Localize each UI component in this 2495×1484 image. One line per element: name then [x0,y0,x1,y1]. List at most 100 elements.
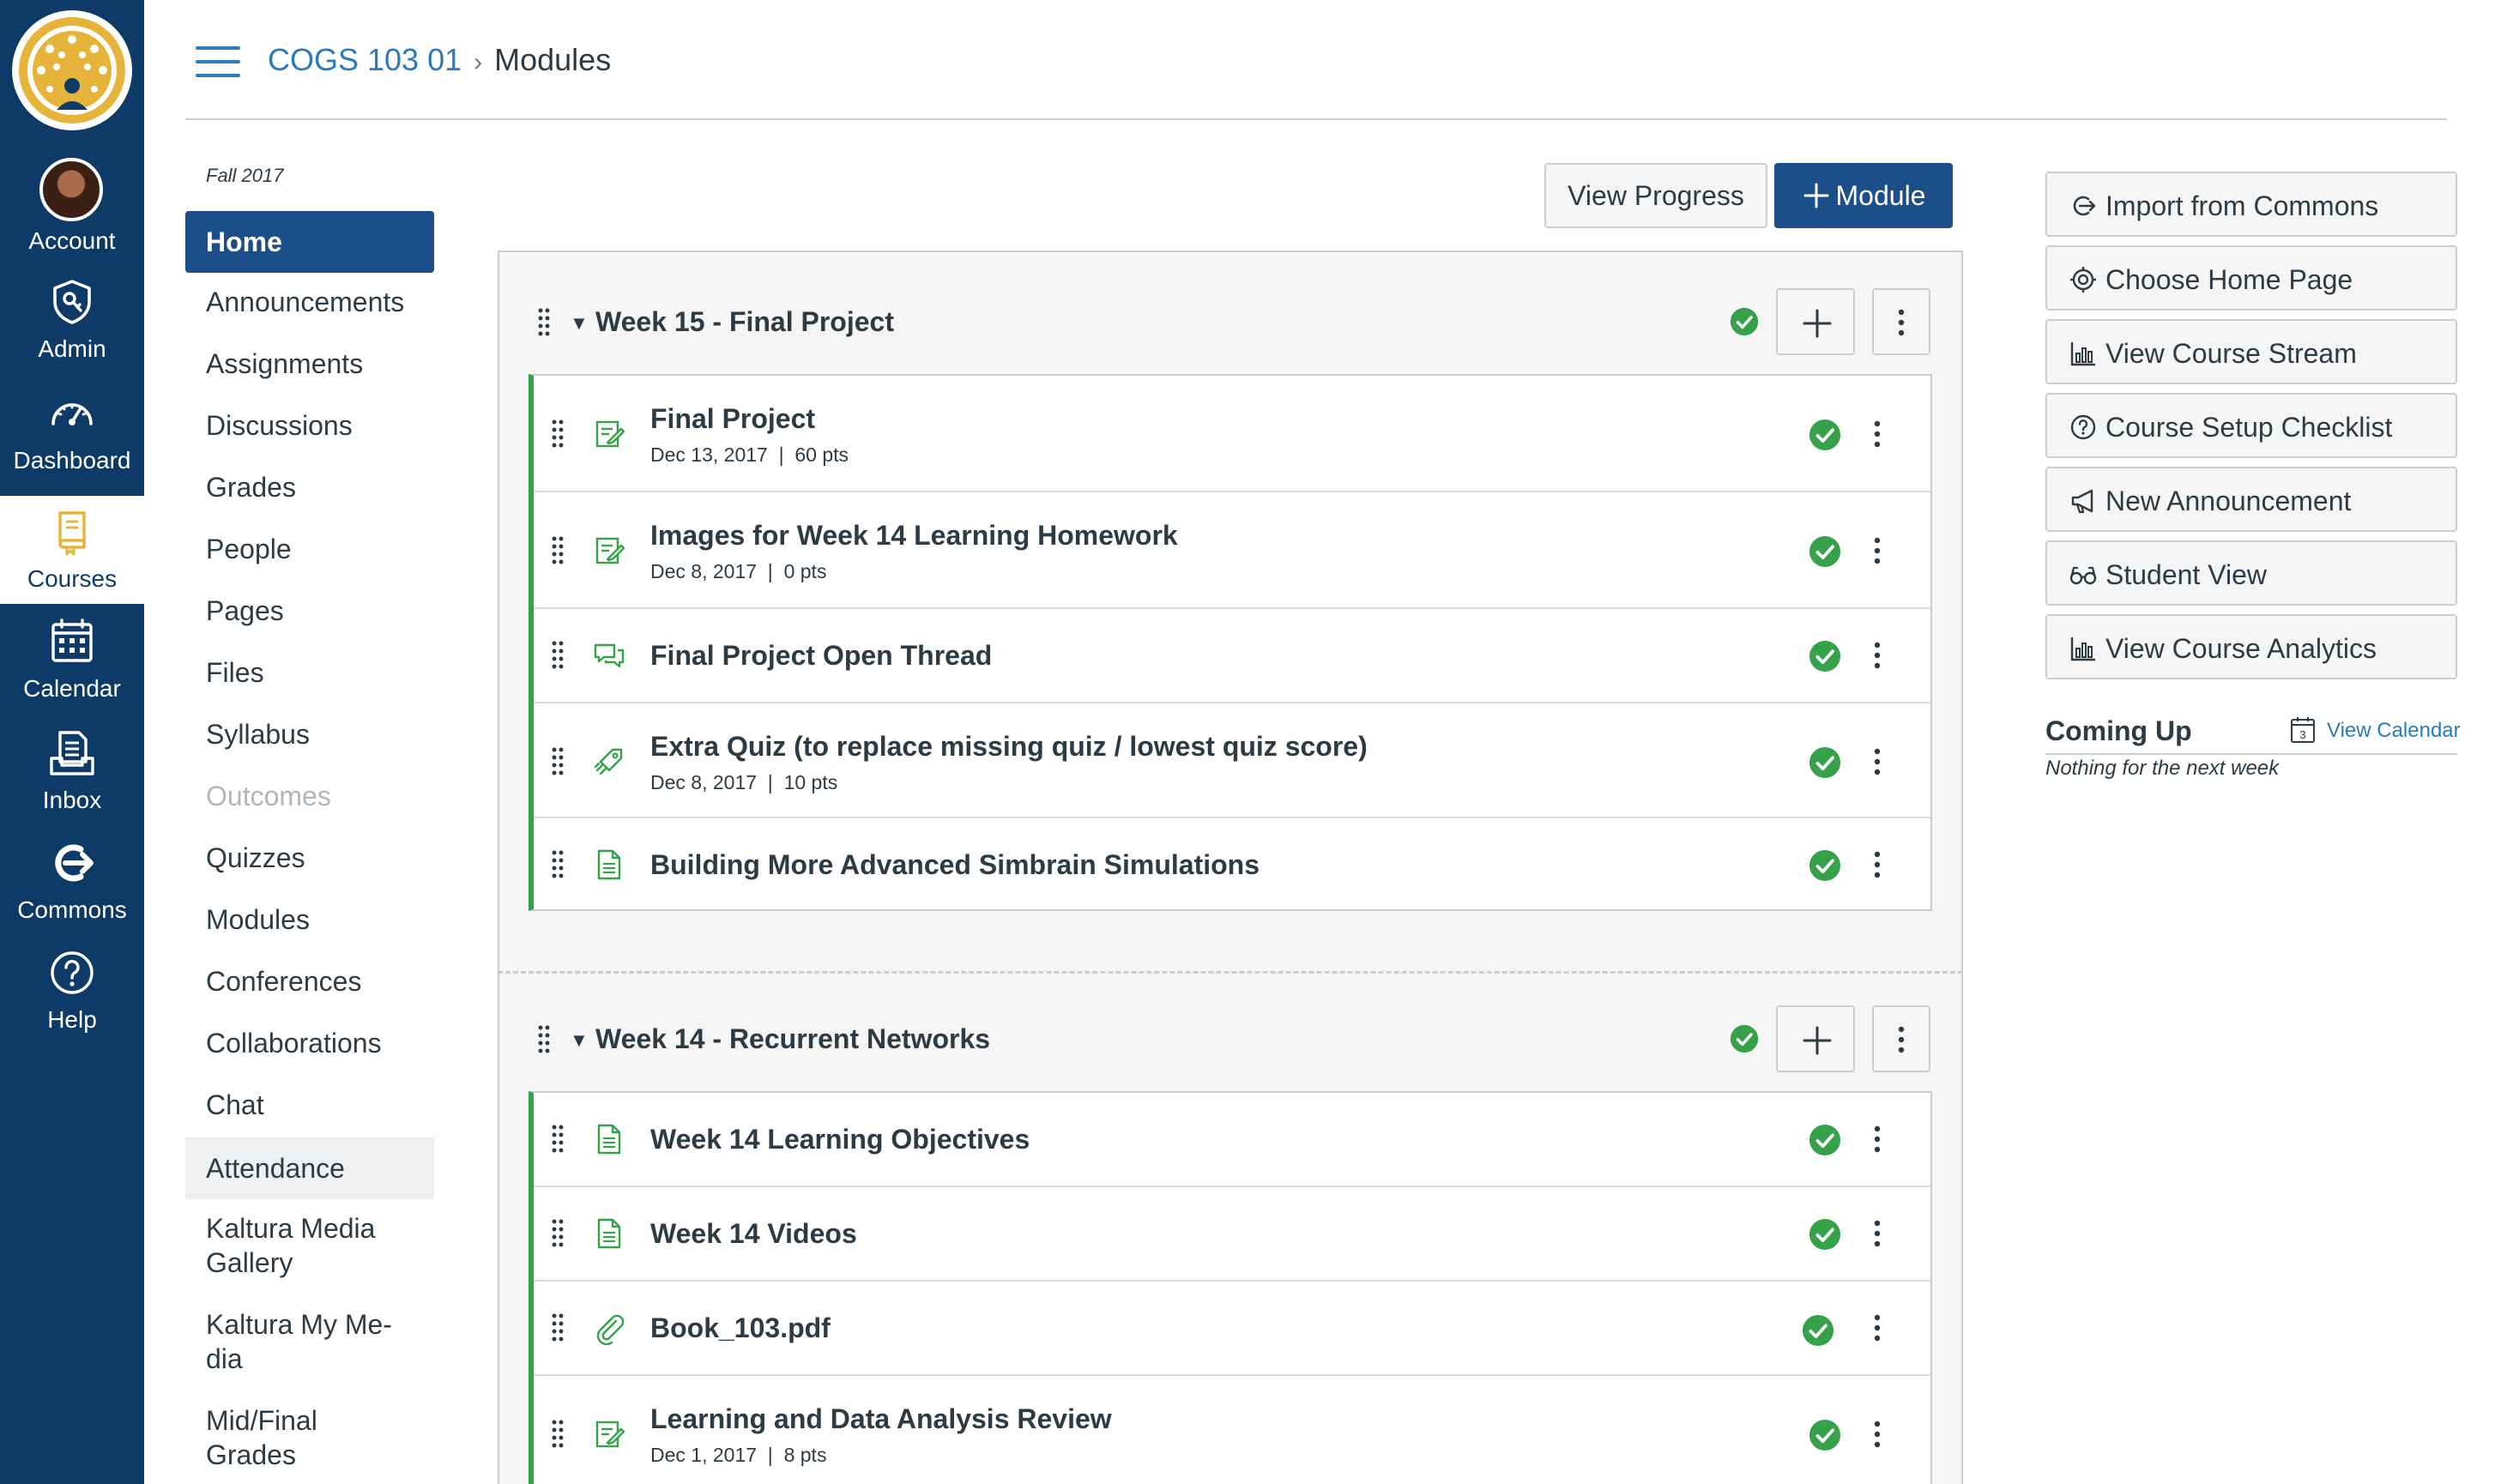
course-nav-home[interactable]: Home [185,211,434,273]
module-item[interactable]: Extra Quiz (to replace missing quiz / lo… [534,703,1930,818]
drag-handle-icon[interactable] [551,1419,565,1450]
view-course-analytics-button[interactable]: View Course Analytics [2045,614,2457,679]
module-item[interactable]: Learning and Data Analysis Review Dec 1,… [534,1376,1930,1484]
module-header[interactable]: ▼ Week 14 - Recurrent Networks [532,1002,1930,1079]
drag-handle-icon[interactable] [551,1124,565,1155]
published-check-icon[interactable] [1809,535,1841,568]
choose-home-page-button[interactable]: Choose Home Page [2045,245,2457,311]
item-points: 10 pts [783,771,838,793]
kebab-menu-icon[interactable] [1869,417,1886,451]
drag-handle-icon[interactable] [551,640,565,671]
published-check-icon[interactable] [1809,419,1841,451]
published-check-icon[interactable] [1730,1024,1759,1053]
module-item-title[interactable]: Learning and Data Analysis Review [650,1402,1112,1436]
kebab-menu-icon[interactable] [1869,1216,1886,1251]
global-nav-inbox[interactable]: Inbox [0,717,144,825]
module-item[interactable]: Book_103.pdf [534,1282,1930,1376]
module-item[interactable]: Final Project Open Thread [534,609,1930,703]
view-progress-button[interactable]: View Progress [1544,163,1767,228]
kebab-menu-icon[interactable] [1869,848,1886,882]
module-item-title[interactable]: Final Project [650,401,815,436]
module-item-title[interactable]: Images for Week 14 Learning Homework [650,518,1178,552]
calendar-icon[interactable]: 3 [2289,715,2317,745]
add-module-button[interactable]: Module [1774,163,1953,228]
published-check-icon[interactable] [1809,1218,1841,1251]
published-check-icon[interactable] [1730,307,1759,336]
global-nav-help[interactable]: Help [0,937,144,1045]
published-check-icon[interactable] [1809,1124,1841,1156]
course-setup-checklist-button[interactable]: Course Setup Checklist [2045,393,2457,458]
course-nav-collaborations[interactable]: Collaborations [185,1026,434,1060]
drag-handle-icon[interactable] [537,307,551,338]
course-nav-assignments[interactable]: Assignments [185,347,434,381]
published-check-icon[interactable] [1809,640,1841,673]
drag-handle-icon[interactable] [551,1312,565,1343]
published-check-icon[interactable] [1809,746,1841,779]
global-nav-account[interactable]: Account [0,153,144,261]
drag-handle-icon[interactable] [551,419,565,449]
global-nav-commons[interactable]: Commons [0,827,144,935]
course-nav-syllabus[interactable]: Syllabus [185,717,434,751]
module-item-title[interactable]: Book_103.pdf [650,1311,831,1345]
kebab-menu-icon[interactable] [1869,638,1886,673]
view-course-stream-button[interactable]: View Course Stream [2045,319,2457,384]
course-menu-toggle[interactable] [196,46,240,77]
module-item[interactable]: Images for Week 14 Learning Homework Dec… [534,492,1930,609]
module-header[interactable]: ▼ Week 15 - Final Project [532,285,1930,362]
course-nav-announcements[interactable]: Announcements [185,285,434,319]
course-nav-people[interactable]: People [185,532,434,566]
caret-down-icon[interactable]: ▼ [570,1029,589,1052]
global-nav-courses[interactable]: Courses [0,496,144,604]
course-nav-kaltura-media-gallery[interactable]: Kaltura Media Gallery [185,1211,434,1280]
import-from-commons-button[interactable]: Import from Commons [2045,172,2457,237]
course-nav-files[interactable]: Files [185,655,434,690]
kebab-menu-icon[interactable] [1869,1417,1886,1451]
module-item-title[interactable]: Final Project Open Thread [650,638,992,673]
module-item-title[interactable]: Week 14 Videos [650,1216,857,1251]
course-nav-grades[interactable]: Grades [185,470,434,504]
module-item-title[interactable]: Extra Quiz (to replace missing quiz / lo… [650,729,1368,763]
kebab-menu-icon[interactable] [1869,1122,1886,1156]
course-nav-attendance[interactable]: Attendance [185,1137,434,1199]
module-item-title[interactable]: Week 14 Learning Objectives [650,1122,1030,1156]
canvas-logo[interactable] [12,10,132,130]
published-check-icon[interactable] [1802,1314,1834,1347]
course-nav-mid-final-grades[interactable]: Mid/Final Grades [185,1403,434,1472]
course-nav-chat[interactable]: Chat [185,1088,434,1122]
module-item[interactable]: Final Project Dec 13, 2017 | 60 pts [534,376,1930,492]
module-add-item-button[interactable] [1776,288,1855,355]
module-item-details: Dec 13, 2017 | 60 pts [650,443,849,466]
module-item[interactable]: Week 14 Learning Objectives [534,1093,1930,1187]
global-nav-admin[interactable]: Admin [0,266,144,374]
drag-handle-icon[interactable] [551,535,565,566]
published-check-icon[interactable] [1809,1419,1841,1451]
course-nav-conferences[interactable]: Conferences [185,964,434,998]
module-item[interactable]: Building More Advanced Simbrain Simulati… [534,818,1930,909]
module-menu-button[interactable] [1872,288,1930,355]
course-nav-kaltura-my-media[interactable]: Kaltura My Me- dia [185,1307,434,1376]
course-nav-modules[interactable]: Modules [185,902,434,937]
published-check-icon[interactable] [1809,849,1841,882]
course-nav-discussions[interactable]: Discussions [185,408,434,443]
new-announcement-button[interactable]: New Announcement [2045,467,2457,532]
student-view-button[interactable]: Student View [2045,540,2457,606]
drag-handle-icon[interactable] [551,1218,565,1249]
kebab-menu-icon[interactable] [1869,1311,1886,1345]
global-nav-calendar[interactable]: Calendar [0,606,144,714]
course-nav-pages[interactable]: Pages [185,594,434,628]
module-menu-button[interactable] [1872,1005,1930,1072]
module-add-item-button[interactable] [1776,1005,1855,1072]
module-item-title[interactable]: Building More Advanced Simbrain Simulati… [650,848,1260,882]
global-nav-dashboard[interactable]: Dashboard [0,377,144,486]
view-calendar-link[interactable]: View Calendar [2327,719,2461,743]
kebab-menu-icon[interactable] [1869,534,1886,568]
drag-handle-icon[interactable] [537,1024,551,1055]
drag-handle-icon[interactable] [551,746,565,777]
kebab-menu-icon[interactable] [1869,745,1886,779]
breadcrumb-course-link[interactable]: COGS 103 01 [268,42,462,77]
drag-handle-icon[interactable] [551,849,565,880]
course-nav-quizzes[interactable]: Quizzes [185,841,434,875]
module-item[interactable]: Week 14 Videos [534,1187,1930,1282]
caret-down-icon[interactable]: ▼ [570,312,589,335]
course-nav-outcomes[interactable]: Outcomes [185,779,434,813]
